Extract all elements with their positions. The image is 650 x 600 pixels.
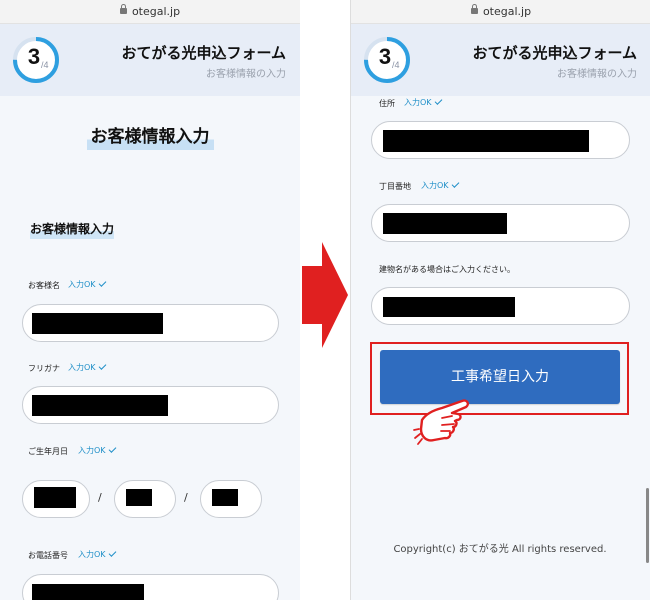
copyright-text: Copyright(c) おてがる光 All rights reserved. — [393, 544, 607, 555]
redacted-birth-year — [34, 487, 76, 508]
form-title: おてがる光申込フォーム — [472, 44, 637, 62]
pointing-hand-icon — [413, 399, 470, 445]
right-phone-screen: otegal.jp 3 /4 おてがる光申込フォーム お客様情報の入力 住所 入… — [350, 0, 650, 600]
address-label: 住所 — [379, 99, 395, 108]
check-icon — [98, 279, 106, 287]
date-separator: / — [184, 491, 188, 504]
redacted-phone — [32, 584, 144, 600]
birthdate-label: ご生年月日 — [28, 447, 68, 456]
building-label: 建物名がある場合はご入力ください。 — [379, 265, 515, 274]
check-icon — [434, 97, 442, 105]
check-icon — [451, 180, 459, 188]
url-text: otegal.jp — [131, 5, 181, 18]
chome-label: 丁目番地 — [379, 182, 411, 191]
lock-icon — [470, 4, 478, 14]
address-ok-badge: 入力OK — [404, 97, 442, 108]
step-progress-indicator: 3 /4 — [363, 36, 411, 84]
right-arrow-icon — [302, 242, 348, 348]
redacted-address — [383, 130, 589, 152]
phone-ok-badge: 入力OK — [78, 549, 116, 560]
name-label: お客様名 — [28, 281, 60, 290]
redacted-birth-month — [126, 489, 152, 506]
form-subtitle: お客様情報の入力 — [557, 69, 637, 80]
url-bar[interactable]: otegal.jp — [351, 0, 650, 24]
kana-label: フリガナ — [28, 364, 60, 373]
redacted-building — [383, 297, 515, 317]
form-subtitle: お客様情報の入力 — [206, 69, 286, 80]
kana-ok-badge: 入力OK — [68, 362, 106, 373]
redacted-chome — [383, 213, 507, 234]
step-total: /4 — [392, 60, 400, 70]
form-title: おてがる光申込フォーム — [121, 44, 286, 62]
step-total: /4 — [41, 60, 49, 70]
form-header: 3 /4 おてがる光申込フォーム お客様情報の入力 — [351, 24, 650, 96]
url-text: otegal.jp — [482, 5, 532, 18]
step-progress-indicator: 3 /4 — [12, 36, 60, 84]
left-phone-screen: otegal.jp 3 /4 おてがる光申込フォーム お客様情報の入力 お客様情… — [0, 0, 300, 600]
date-separator: / — [98, 491, 102, 504]
birthdate-ok-badge: 入力OK — [78, 445, 116, 456]
chome-ok-badge: 入力OK — [421, 180, 459, 191]
check-icon — [108, 549, 116, 557]
redacted-birth-day — [212, 489, 238, 506]
page-title: お客様情報入力 — [0, 122, 300, 150]
name-ok-badge: 入力OK — [68, 279, 106, 290]
redacted-kana — [32, 395, 168, 416]
check-icon — [108, 445, 116, 453]
form-header: 3 /4 おてがる光申込フォーム お客様情報の入力 — [0, 24, 300, 96]
section-title: お客様情報入力 — [30, 220, 115, 239]
scrollbar-thumb[interactable] — [646, 488, 649, 563]
redacted-name — [32, 313, 163, 334]
check-icon — [98, 362, 106, 370]
lock-icon — [119, 4, 127, 14]
url-bar[interactable]: otegal.jp — [0, 0, 300, 24]
phone-label: お電話番号 — [28, 551, 68, 560]
